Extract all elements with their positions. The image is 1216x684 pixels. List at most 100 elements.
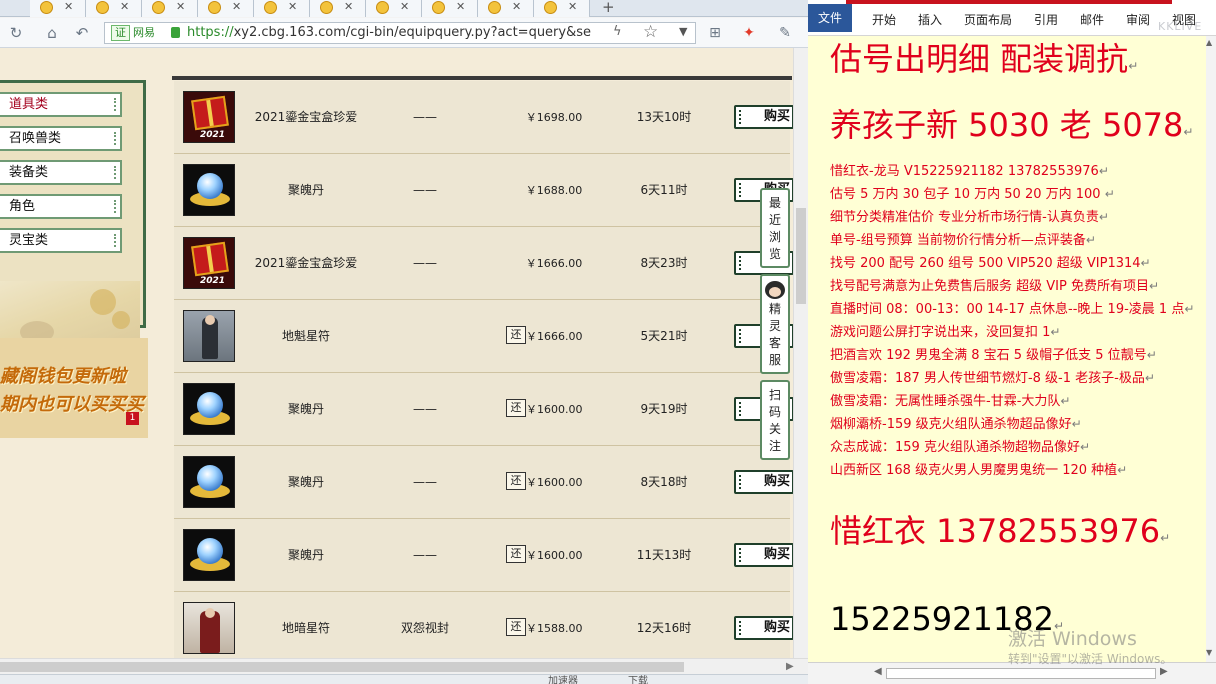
ribbon-tab[interactable]: 审阅	[1126, 11, 1150, 28]
browser-tab[interactable]: ✕	[478, 0, 534, 17]
close-tab-icon[interactable]: ✕	[232, 0, 241, 13]
scroll-right-icon[interactable]: ▶	[786, 659, 794, 674]
bargain-button[interactable]: 还	[506, 545, 526, 563]
wrench-icon[interactable]: ✎	[776, 25, 794, 41]
url-text[interactable]: https://xy2.cbg.163.com/cgi-bin/equipque…	[187, 23, 607, 43]
scroll-down-icon[interactable]: ▼	[1206, 648, 1212, 657]
close-tab-icon[interactable]: ✕	[64, 0, 73, 13]
lightning-icon[interactable]: ϟ	[613, 24, 622, 39]
scroll-up-icon[interactable]: ▲	[1206, 38, 1212, 47]
browser-tab[interactable]: ✕	[310, 0, 366, 17]
browser-tab[interactable]: ✕	[422, 0, 478, 17]
file-tab[interactable]: 文件	[808, 4, 852, 32]
item-thumbnail[interactable]	[183, 529, 235, 581]
document-line[interactable]: 单号-组号预算 当前物价行情分析—点评装备↵	[830, 231, 1096, 250]
download-status[interactable]: 下载	[628, 675, 648, 684]
document-line[interactable]: 估号出明细 配装调抗↵	[830, 40, 1138, 85]
side-float-tab[interactable]: 最近浏览	[760, 188, 790, 268]
buy-button[interactable]: 购买	[734, 543, 794, 567]
close-tab-icon[interactable]: ✕	[120, 0, 129, 13]
document-line[interactable]: 细节分类精准估价 专业分析市场行情-认真负责↵	[830, 208, 1109, 227]
item-name[interactable]: 聚魄丹	[246, 373, 366, 446]
page-horizontal-scrollbar[interactable]: ▶	[0, 658, 808, 674]
document-page[interactable]: 估号出明细 配装调抗↵ 养孩子新 5030 老 5078↵ 惜红衣-龙马 V1522…	[808, 36, 1206, 662]
browser-tab[interactable]: ✕	[198, 0, 254, 17]
item-thumbnail[interactable]	[183, 383, 235, 435]
document-vertical-scrollbar[interactable]: ▲ ▼	[1206, 36, 1216, 662]
item-thumbnail[interactable]	[183, 164, 235, 216]
chevron-down-icon[interactable]: ▼	[679, 25, 687, 38]
grid-icon[interactable]: ⊞	[706, 25, 724, 41]
ribbon-tab[interactable]: 引用	[1034, 11, 1058, 28]
new-tab-icon[interactable]: +	[602, 0, 615, 16]
document-line[interactable]: 傲雪凌霜：无属性睡杀强牛-甘霖-大力队↵	[830, 392, 1070, 411]
close-tab-icon[interactable]: ✕	[344, 0, 353, 13]
scroll-right-icon[interactable]: ▶	[1160, 666, 1168, 677]
scrollbar-thumb[interactable]	[0, 662, 684, 672]
item-name[interactable]: 地暗星符	[246, 592, 366, 658]
close-tab-icon[interactable]: ✕	[512, 0, 521, 13]
category-item[interactable]: 道具类	[0, 92, 122, 117]
close-tab-icon[interactable]: ✕	[456, 0, 465, 13]
undo-icon[interactable]: ↶	[72, 23, 92, 43]
document-line[interactable]: 把酒言欢 192 男鬼全满 8 宝石 5 级帽子低支 5 位靓号↵	[830, 346, 1157, 365]
close-tab-icon[interactable]: ✕	[568, 0, 577, 13]
document-line[interactable]: 游戏问题公屏打字说出来，没回复扣 1↵	[830, 323, 1060, 342]
item-name[interactable]: 地魁星符	[246, 300, 366, 373]
browser-tab[interactable]: ✕	[86, 0, 142, 17]
browser-tab[interactable]: ✕	[254, 0, 310, 17]
item-name[interactable]: 聚魄丹	[246, 446, 366, 519]
document-line[interactable]: 山西新区 168 级克火男人男魔男鬼统一 120 种植↵	[830, 461, 1127, 480]
buy-button[interactable]: 购买	[734, 470, 794, 494]
game-icon[interactable]: ✦	[740, 25, 758, 41]
document-line[interactable]: 众志成诚：159 克火组队通杀物超物品像好↵	[830, 438, 1090, 457]
item-name[interactable]: 聚魄丹	[246, 154, 366, 227]
ribbon-tab[interactable]: 插入	[918, 11, 942, 28]
document-line[interactable]: 傲雪凌霜：187 男人传世细节燃灯-8 级-1 老孩子-极品↵	[830, 369, 1155, 388]
item-name[interactable]: 2021鎏金宝盒珍爱	[246, 227, 366, 300]
browser-tab[interactable]: ✕	[366, 0, 422, 17]
document-line[interactable]: 找号 200 配号 260 组号 500 VIP520 超级 VIP1314↵	[830, 254, 1151, 273]
bargain-button[interactable]: 还	[506, 618, 526, 636]
document-line[interactable]: 惜红衣 13782553976↵	[830, 512, 1170, 557]
address-bar[interactable]: 证 网易 https://xy2.cbg.163.com/cgi-bin/equ…	[104, 22, 696, 44]
document-line[interactable]: 烟柳灞桥-159 级克火组队通杀物超品像好↵	[830, 415, 1082, 434]
item-thumbnail[interactable]: 2021	[183, 91, 235, 143]
category-item[interactable]: 灵宝类	[0, 228, 122, 253]
document-line[interactable]: 惜红衣-龙马 V15225921182 13782553976↵	[830, 162, 1109, 181]
item-thumbnail[interactable]	[183, 602, 235, 654]
refresh-icon[interactable]: ↻	[6, 23, 26, 43]
ribbon-tab[interactable]: 页面布局	[964, 11, 1012, 28]
ribbon-tab[interactable]: 视图	[1172, 11, 1196, 28]
item-thumbnail[interactable]	[183, 310, 235, 362]
category-item[interactable]: 装备类	[0, 160, 122, 185]
buy-button[interactable]: 购买	[734, 105, 794, 129]
category-item[interactable]: 召唤兽类	[0, 126, 122, 151]
category-item[interactable]: 角色	[0, 194, 122, 219]
bargain-button[interactable]: 还	[506, 326, 526, 344]
browser-tab[interactable]: ✕	[534, 0, 590, 17]
scrollbar-thumb[interactable]	[796, 208, 806, 304]
document-line[interactable]: 找号配号满意为止免费售后服务 超级 VIP 免费所有项目↵	[830, 277, 1159, 296]
close-tab-icon[interactable]: ✕	[176, 0, 185, 13]
star-icon[interactable]: ☆	[643, 22, 658, 42]
side-float-tab[interactable]: 精灵客服	[760, 274, 790, 374]
wallet-promo-banner[interactable]: 藏阁钱包更新啦 期内也可以买买买 1	[0, 338, 148, 438]
scroll-left-icon[interactable]: ◀	[874, 666, 882, 677]
certificate-badge[interactable]: 证	[111, 25, 130, 41]
item-name[interactable]: 聚魄丹	[246, 519, 366, 592]
scrollbar-thumb[interactable]	[886, 668, 1156, 679]
buy-button[interactable]: 购买	[734, 616, 794, 640]
accelerator-status[interactable]: 加速器	[548, 675, 578, 684]
document-line[interactable]: 直播时间 08：00-13：00 14-17 点休息--晚上 19-凌晨 1 点…	[830, 300, 1194, 319]
side-float-tab[interactable]: 扫码关注	[760, 380, 790, 460]
close-tab-icon[interactable]: ✕	[400, 0, 409, 13]
page-vertical-scrollbar[interactable]	[793, 48, 808, 658]
document-line[interactable]: 估号 5 万内 30 包子 10 万内 50 20 万内 100 ↵	[830, 185, 1115, 204]
document-line[interactable]: 养孩子新 5030 老 5078↵	[830, 106, 1193, 151]
item-thumbnail[interactable]	[183, 456, 235, 508]
home-icon[interactable]: ⌂	[42, 23, 62, 43]
ribbon-tab[interactable]: 开始	[872, 11, 896, 28]
close-tab-icon[interactable]: ✕	[288, 0, 297, 13]
browser-tab[interactable]: ✕	[142, 0, 198, 17]
